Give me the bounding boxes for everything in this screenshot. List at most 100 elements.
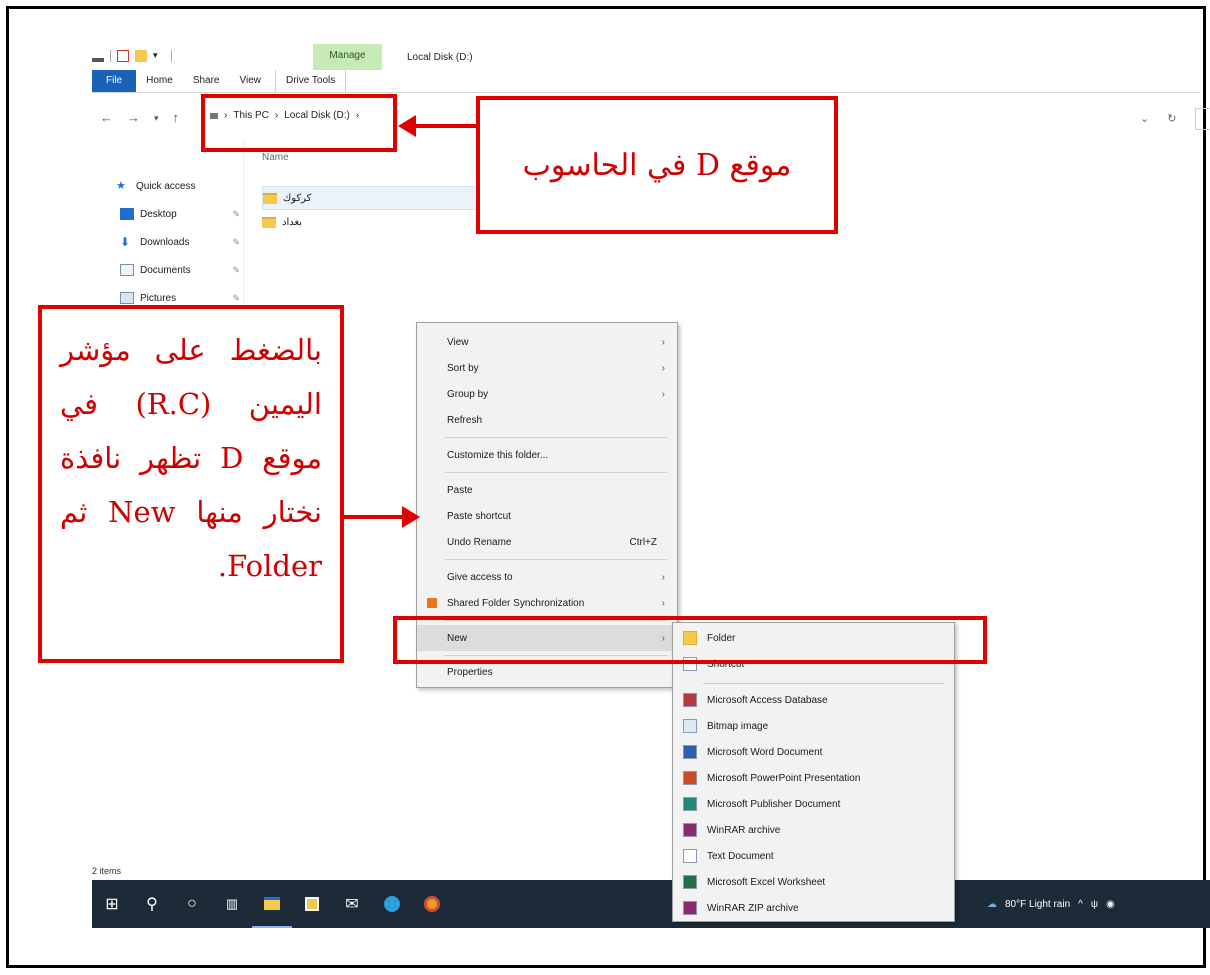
menu-item-label: Paste shortcut <box>447 510 511 522</box>
submenu-item-label: Microsoft PowerPoint Presentation <box>707 772 861 784</box>
up-arrow-icon[interactable]: ↑ <box>173 110 180 126</box>
menu-item-sort-by[interactable]: Sort by › <box>417 355 677 381</box>
publisher-icon <box>683 797 697 811</box>
menu-item-label: Undo Rename <box>447 536 512 548</box>
chevron-right-icon: › <box>661 336 665 348</box>
refresh-icon[interactable]: ↻ <box>1167 112 1176 125</box>
menu-item-paste[interactable]: Paste <box>417 477 677 503</box>
weather-icon[interactable]: ☁ <box>987 899 997 910</box>
submenu-item-excel[interactable]: Microsoft Excel Worksheet <box>673 869 954 895</box>
annotation-arrowhead-top <box>398 115 416 137</box>
submenu-item-text[interactable]: Text Document <box>673 843 954 869</box>
new-submenu: Folder Shortcut Microsoft Access Databas… <box>672 622 955 922</box>
folder-icon <box>263 192 277 204</box>
menu-item-refresh[interactable]: Refresh <box>417 407 677 433</box>
tab-drive-tools[interactable]: Drive Tools <box>275 70 347 92</box>
annotation-top: موقع D في الحاسوب <box>476 96 838 234</box>
list-item[interactable]: بغداد <box>262 210 302 234</box>
chevron-up-icon[interactable]: ^ <box>1078 899 1083 910</box>
pin-icon[interactable]: ✎ <box>232 237 240 248</box>
window-title: Local Disk (D:) <box>407 52 473 63</box>
nav-item-label: Downloads <box>140 236 190 248</box>
column-header-name[interactable]: Name <box>262 152 289 163</box>
search-box[interactable] <box>1195 108 1210 130</box>
forward-arrow-icon[interactable]: → <box>127 110 140 126</box>
ribbon-tabs: File Home Share View Drive Tools <box>92 70 347 92</box>
weather-text[interactable]: 80°F Light rain <box>1005 899 1070 910</box>
desktop-icon <box>120 208 134 220</box>
highlight-address-bar <box>201 94 397 152</box>
file-name: بغداد <box>282 216 303 228</box>
sync-icon <box>427 598 437 608</box>
chevron-right-icon: › <box>661 597 665 609</box>
nav-item-quick-access[interactable]: ★ Quick access <box>116 172 236 200</box>
search-icon[interactable]: ⚲ <box>132 880 172 928</box>
chrome-icon[interactable] <box>412 880 452 928</box>
edge-icon[interactable] <box>372 880 412 928</box>
toolbar-divider <box>110 50 111 62</box>
tab-share[interactable]: Share <box>183 70 230 92</box>
store-icon[interactable] <box>292 880 332 928</box>
folder-icon <box>262 216 276 228</box>
menu-item-shared-folder-sync[interactable]: Shared Folder Synchronization › <box>417 590 677 616</box>
chevron-right-icon: › <box>661 388 665 400</box>
menu-item-label: Group by <box>447 388 489 400</box>
menu-item-label: Give access to <box>447 571 513 583</box>
checkmark-icon[interactable] <box>117 50 129 62</box>
nav-item-documents[interactable]: Documents ✎ <box>120 256 240 284</box>
submenu-item-bitmap[interactable]: Bitmap image <box>673 713 954 739</box>
nav-item-label: Quick access <box>136 180 196 192</box>
chevron-right-icon: › <box>661 571 665 583</box>
menu-divider <box>445 559 667 560</box>
menu-item-label: Properties <box>447 666 493 678</box>
menu-item-undo-rename[interactable]: Undo Rename Ctrl+Z <box>417 529 677 555</box>
nav-item-downloads[interactable]: ⬇ Downloads ✎ <box>120 228 240 256</box>
winrar-zip-icon <box>683 901 697 915</box>
pin-icon[interactable]: ✎ <box>232 293 240 304</box>
pin-icon[interactable]: ✎ <box>232 209 240 220</box>
properties-icon[interactable] <box>92 58 104 62</box>
volume-icon[interactable]: ◉ <box>1106 899 1115 910</box>
menu-item-paste-shortcut[interactable]: Paste shortcut <box>417 503 677 529</box>
text-icon <box>683 849 697 863</box>
submenu-item-access[interactable]: Microsoft Access Database <box>673 687 954 713</box>
cortana-icon[interactable]: ○ <box>172 880 212 928</box>
menu-item-customize-folder[interactable]: Customize this folder... <box>417 442 677 468</box>
task-view-icon[interactable]: ▥ <box>212 880 252 928</box>
network-icon[interactable]: ψ <box>1091 899 1098 910</box>
menu-item-view[interactable]: View › <box>417 329 677 355</box>
nav-item-label: Documents <box>140 264 191 276</box>
file-explorer-icon[interactable] <box>252 880 292 928</box>
menu-item-group-by[interactable]: Group by › <box>417 381 677 407</box>
mail-icon[interactable]: ✉ <box>332 880 372 928</box>
menu-item-label: Customize this folder... <box>447 449 549 461</box>
submenu-item-publisher[interactable]: Microsoft Publisher Document <box>673 791 954 817</box>
dropdown-icon[interactable]: ▾ <box>153 50 165 62</box>
tab-home[interactable]: Home <box>136 70 183 92</box>
pin-icon[interactable]: ✎ <box>232 265 240 276</box>
submenu-item-label: Microsoft Excel Worksheet <box>707 876 826 888</box>
address-actions: ⌄ ↻ <box>1140 112 1176 125</box>
winrar-icon <box>683 823 697 837</box>
toolbar-divider <box>171 50 172 62</box>
submenu-item-powerpoint[interactable]: Microsoft PowerPoint Presentation <box>673 765 954 791</box>
menu-item-label: Refresh <box>447 414 483 426</box>
new-folder-icon[interactable] <box>135 50 147 62</box>
nav-item-desktop[interactable]: Desktop ✎ <box>120 200 240 228</box>
powerpoint-icon <box>683 771 697 785</box>
list-item[interactable]: كركوك <box>262 186 477 210</box>
recent-locations-icon[interactable]: ▾ <box>154 110 159 126</box>
menu-item-give-access[interactable]: Give access to › <box>417 564 677 590</box>
tab-file[interactable]: File <box>92 70 137 92</box>
submenu-item-word[interactable]: Microsoft Word Document <box>673 739 954 765</box>
start-windows-icon[interactable]: ⊞ <box>92 880 132 928</box>
menu-divider <box>445 437 667 438</box>
tab-view[interactable]: View <box>230 70 272 92</box>
menu-item-label: Shared Folder Synchronization <box>447 597 585 609</box>
back-arrow-icon[interactable]: ← <box>100 110 113 126</box>
submenu-item-winrar-zip[interactable]: WinRAR ZIP archive <box>673 895 954 921</box>
manage-tab[interactable]: Manage <box>313 44 382 70</box>
status-item-count: 2 items <box>92 866 122 876</box>
submenu-item-winrar[interactable]: WinRAR archive <box>673 817 954 843</box>
address-dropdown-icon[interactable]: ⌄ <box>1140 112 1149 125</box>
